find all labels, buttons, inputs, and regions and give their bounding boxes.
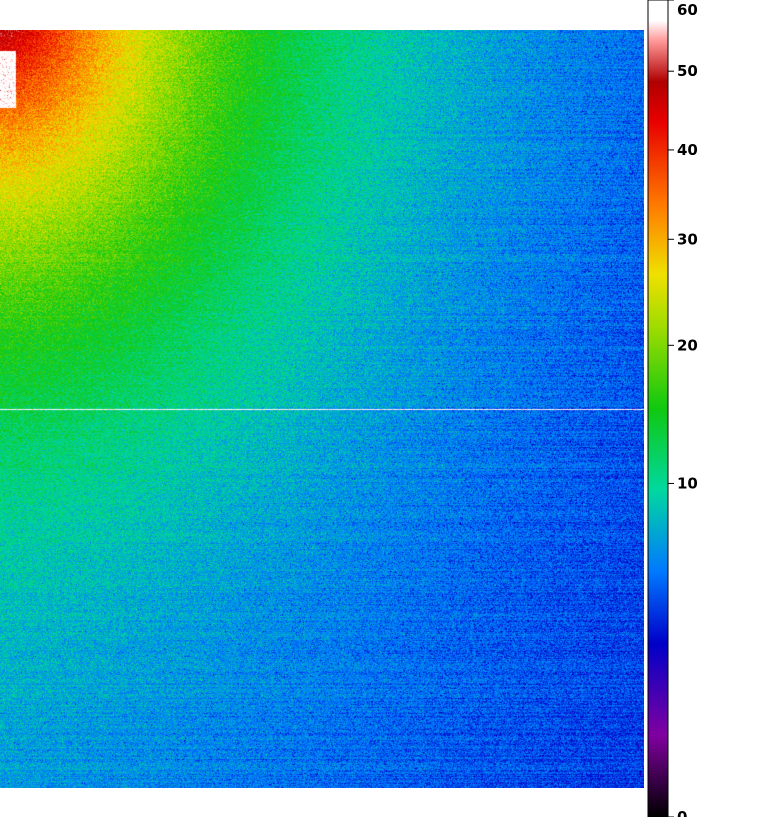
colorbar-tick-label-60: 60 [677,1,698,19]
colorbar-tick-label-20: 20 [677,336,698,354]
heatmap-image [0,30,644,788]
colorbar-tick-label-10: 10 [677,474,698,492]
colorbar-ticks: 0 10 20 30 40 50 60 [668,0,698,817]
colorbar-gradient [647,0,669,817]
colorbar: 0 10 20 30 40 50 60 [647,0,698,817]
colorbar-tick-label-40: 40 [677,141,698,159]
colorbar-tick-label-0: 0 [677,808,687,817]
chart-stage: 0 10 20 30 40 50 60 [0,0,760,817]
colorbar-tick-label-50: 50 [677,62,698,80]
colorbar-tick-label-30: 30 [677,230,698,248]
